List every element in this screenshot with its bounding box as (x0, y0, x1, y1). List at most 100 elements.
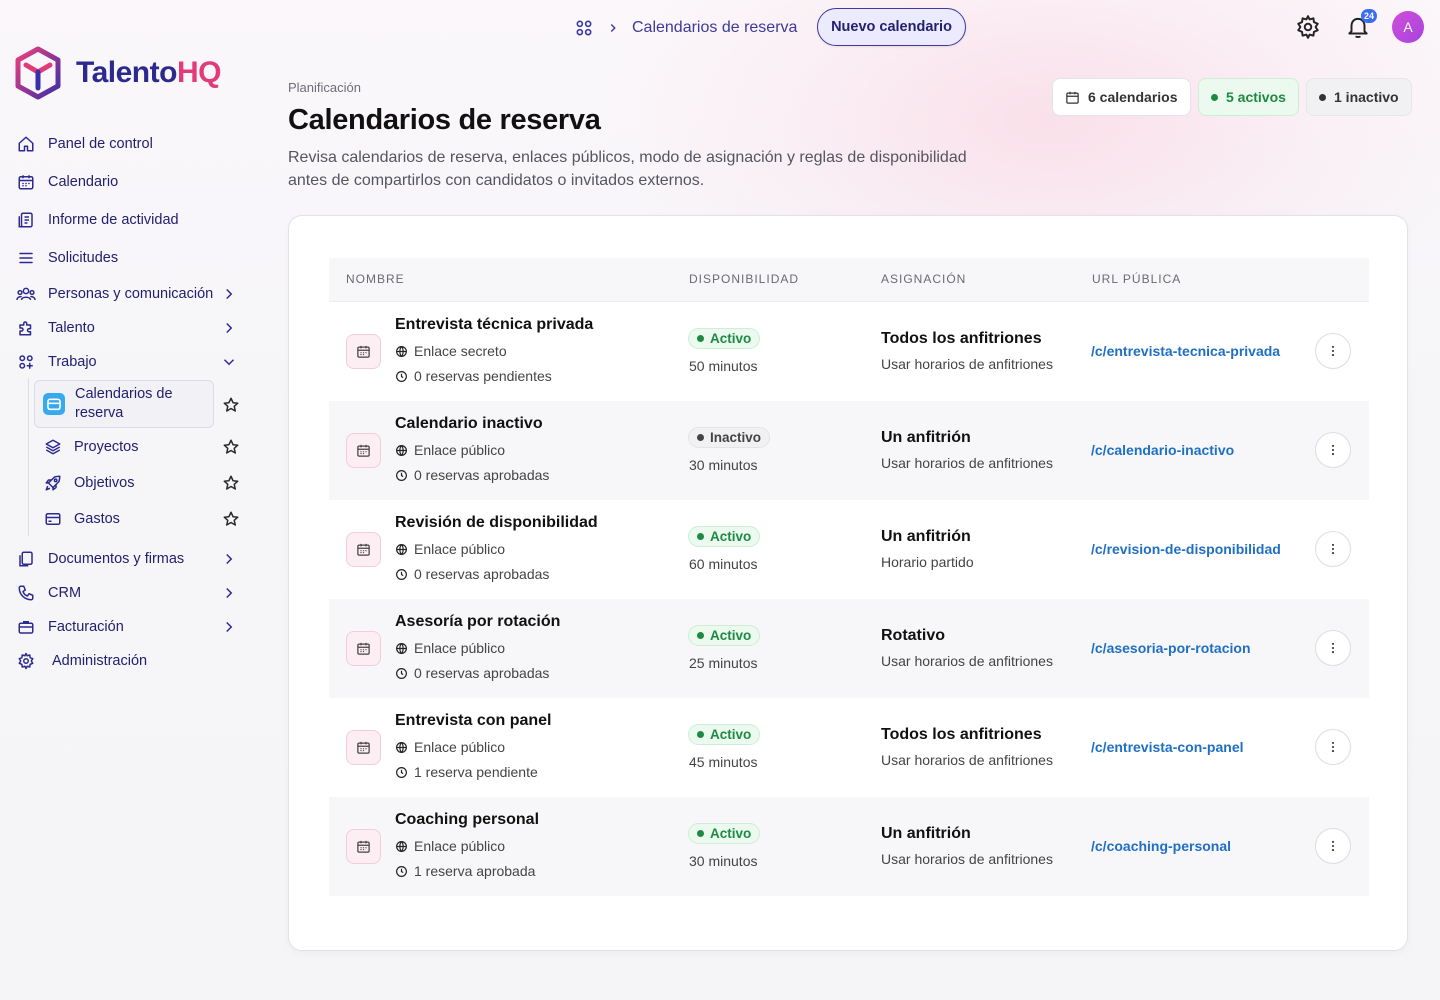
sidebar-item-label: Talento (48, 320, 95, 336)
assignment-mode: Un anfitrión (881, 825, 971, 842)
column-header-assignment: ASIGNACIÓN (881, 272, 967, 286)
link-type-label: Enlace público (414, 442, 506, 458)
sidebar-item-calendario[interactable]: Calendario (16, 167, 246, 197)
more-vertical-icon (1331, 840, 1335, 852)
calendar-name: Asesoría por rotación (395, 613, 561, 630)
bookings-info: 0 reservas aprobadas (395, 566, 549, 582)
public-url-link[interactable]: /c/calendario-inactivo (1091, 442, 1234, 458)
chevron-right-icon (226, 553, 233, 565)
schedule-rule: Horario partido (881, 554, 974, 570)
row-actions-button[interactable] (1315, 432, 1351, 468)
bookings-info: 1 reserva pendiente (395, 764, 538, 780)
sidebar-item-administracion[interactable]: Administración (16, 646, 246, 676)
clock-icon (396, 667, 407, 679)
status-dot (697, 731, 704, 738)
active-calendars-pill: 5 activos (1198, 78, 1299, 116)
table-row[interactable]: Entrevista con panel Enlace público 1 re… (329, 698, 1369, 797)
puzzle-icon (16, 318, 36, 338)
bookings-label: 1 reserva pendiente (414, 764, 538, 780)
table-header: NOMBRE DISPONIBILIDAD ASIGNACIÓN URL PÚB… (329, 258, 1369, 302)
table-row[interactable]: Asesoría por rotación Enlace público 0 r… (329, 599, 1369, 698)
sidebar-item-solicitudes[interactable]: Solicitudes (16, 243, 246, 273)
more-vertical-icon (1331, 741, 1335, 753)
apps-icon[interactable] (574, 18, 594, 38)
report-icon (16, 210, 36, 230)
calendar-icon (43, 393, 65, 415)
duration: 60 minutos (689, 556, 758, 572)
logo-icon (15, 46, 61, 100)
home-icon (16, 134, 36, 154)
calendar-icon (346, 532, 381, 567)
clock-icon (396, 766, 407, 778)
chevron-right-icon (226, 621, 233, 633)
user-avatar[interactable]: A (1392, 11, 1424, 43)
star-icon[interactable] (222, 396, 240, 414)
sidebar-subitem-objetivos[interactable]: Objetivos (34, 465, 214, 501)
public-url-link[interactable]: /c/entrevista-tecnica-privada (1091, 343, 1280, 359)
total-calendars-label: 6 calendarios (1088, 89, 1178, 105)
bookings-info: 0 reservas aprobadas (395, 467, 549, 483)
calendar-name: Coaching personal (395, 811, 540, 828)
bookings-label: 0 reservas aprobadas (414, 467, 550, 483)
row-actions-button[interactable] (1315, 333, 1351, 369)
row-actions-button[interactable] (1315, 828, 1351, 864)
row-actions-button[interactable] (1315, 630, 1351, 666)
calendar-icon (346, 631, 381, 666)
sidebar-item-facturacion[interactable]: Facturación (16, 612, 246, 642)
status-badge: Activo (688, 526, 761, 547)
bookings-label: 0 reservas aprobadas (414, 665, 550, 681)
assignment-mode: Un anfitrión (881, 528, 971, 545)
schedule-rule: Usar horarios de anfitriones (881, 455, 1053, 471)
sidebar-subitem-calendarios-reserva[interactable]: Calendarios de reserva (34, 380, 214, 428)
globe-icon (396, 741, 407, 753)
link-type-label: Enlace público (414, 640, 506, 656)
page-title: Calendarios de reserva (288, 104, 601, 136)
duration: 45 minutos (689, 754, 758, 770)
status-dot (697, 533, 704, 540)
chevron-right-icon (226, 587, 233, 599)
table-row[interactable]: Coaching personal Enlace público 1 reser… (329, 797, 1369, 896)
public-url-link[interactable]: /c/entrevista-con-panel (1091, 739, 1244, 755)
page-description: Revisa calendarios de reserva, enlaces p… (288, 149, 967, 189)
sidebar-item-label: Personas y comunicación (48, 286, 214, 302)
sidebar-subitem-label: Calendarios de reserva (75, 386, 173, 421)
app-logo[interactable]: TalentoHQ (14, 46, 221, 100)
sidebar-item-panel[interactable]: Panel de control (16, 129, 246, 159)
status-label: Activo (710, 331, 752, 346)
table-row[interactable]: Entrevista técnica privada Enlace secret… (329, 302, 1369, 401)
clock-icon (396, 568, 407, 580)
clock-icon (396, 865, 407, 877)
sidebar-item-personas[interactable]: Personas y comunicación (16, 279, 246, 309)
rocket-icon (42, 472, 64, 494)
public-url-link[interactable]: /c/coaching-personal (1091, 838, 1231, 854)
calendars-table-card: NOMBRE DISPONIBILIDAD ASIGNACIÓN URL PÚB… (288, 215, 1408, 951)
star-icon[interactable] (222, 438, 240, 456)
row-actions-button[interactable] (1315, 531, 1351, 567)
link-type-label: Enlace público (414, 838, 506, 854)
row-actions-button[interactable] (1315, 729, 1351, 765)
sidebar-item-talento[interactable]: Talento (16, 313, 246, 343)
sidebar-item-label: Informe de actividad (48, 212, 179, 228)
sidebar-subitem-proyectos[interactable]: Proyectos (34, 429, 214, 465)
sidebar-item-informe[interactable]: Informe de actividad (16, 205, 246, 235)
settings-gear-icon[interactable] (1295, 14, 1321, 40)
globe-icon (396, 642, 407, 654)
star-icon[interactable] (222, 474, 240, 492)
chevron-right-icon (610, 24, 616, 32)
more-vertical-icon (1331, 642, 1335, 654)
table-row[interactable]: Revisión de disponibilidad Enlace públic… (329, 500, 1369, 599)
status-badge: Inactivo (688, 427, 771, 448)
calendar-name: Entrevista con panel (395, 712, 552, 729)
star-icon[interactable] (222, 510, 240, 528)
sidebar-item-label: Panel de control (48, 136, 153, 152)
sidebar-item-crm[interactable]: CRM (16, 578, 246, 608)
sidebar-item-documentos[interactable]: Documentos y firmas (16, 544, 246, 574)
public-url-link[interactable]: /c/revision-de-disponibilidad (1091, 541, 1281, 557)
sidebar-item-trabajo[interactable]: Trabajo (16, 347, 246, 377)
breadcrumb-current[interactable]: Calendarios de reserva (632, 19, 797, 37)
new-calendar-button[interactable]: Nuevo calendario (817, 8, 966, 46)
sidebar-subitem-gastos[interactable]: Gastos (34, 501, 214, 537)
public-url-link[interactable]: /c/asesoria-por-rotacion (1091, 640, 1251, 656)
table-row[interactable]: Calendario inactivo Enlace público 0 res… (329, 401, 1369, 500)
credit-card-icon (42, 508, 64, 530)
